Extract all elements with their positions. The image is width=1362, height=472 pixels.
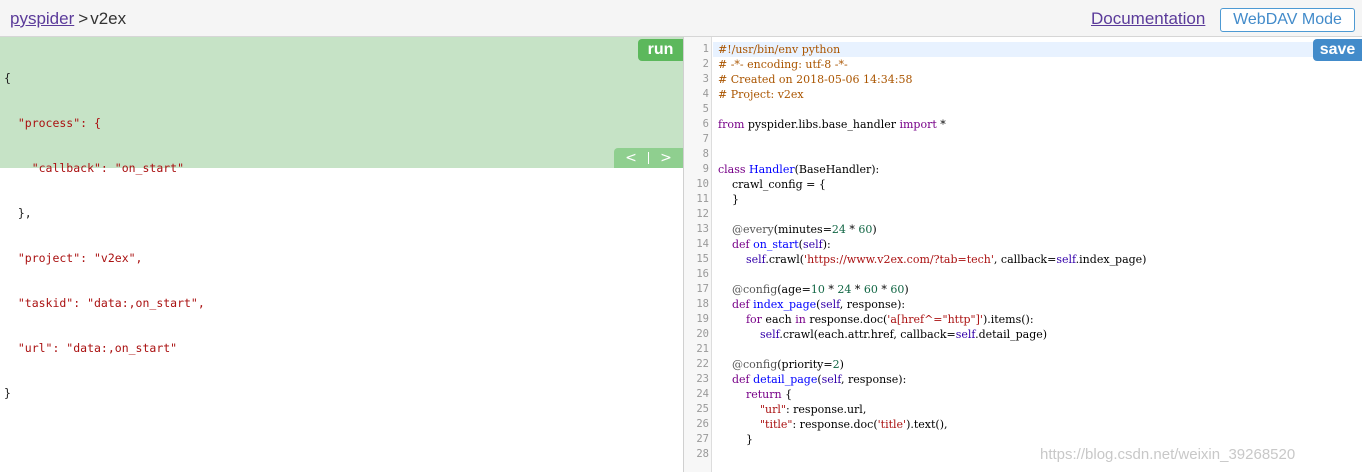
code-line: "title": response.doc('title').text(),: [759, 418, 948, 431]
previous-task-button[interactable]: <: [614, 148, 648, 168]
line-number: 10: [696, 178, 709, 190]
line-number: 8: [702, 148, 709, 160]
code-line: @config(priority=2): [732, 358, 844, 371]
breadcrumb: pyspider > v2ex: [10, 9, 126, 29]
code-line: class Handler(BaseHandler):: [718, 163, 880, 176]
code-line: @every(minutes=24 * 60): [732, 223, 877, 236]
task-json-line: }: [4, 386, 11, 400]
code-line: # -*- encoding: utf-8 -*-: [718, 58, 848, 71]
code-line: #!/usr/bin/env python: [718, 43, 841, 56]
code-line: for each in response.doc('a[href^="http"…: [745, 313, 1034, 326]
task-json-line: "url": "data:,on_start": [4, 341, 178, 355]
line-number: 11: [696, 193, 709, 205]
line-number: 5: [702, 103, 709, 115]
line-number-gutter: 1 2 3 4 5 6 7 8 9 10 11 12 13 14 15 16 17 18 19 20 21 22 23 24 2…: [684, 37, 712, 472]
breadcrumb-separator: >: [78, 9, 89, 28]
line-number: 25: [696, 403, 709, 415]
line-number: 17: [696, 283, 709, 295]
task-json[interactable]: { "process": { "callback": "on_start" },…: [4, 41, 205, 431]
task-json-line: "process": {: [4, 116, 101, 130]
next-task-button[interactable]: >: [649, 148, 683, 168]
line-number: 1: [702, 43, 709, 55]
code-line: "url": response.url,: [759, 403, 867, 416]
documentation-link[interactable]: Documentation: [1091, 9, 1205, 29]
line-number: 4: [702, 88, 709, 100]
webdav-mode-button[interactable]: WebDAV Mode: [1220, 8, 1355, 32]
code-line: }: [718, 433, 753, 446]
line-number: 19: [696, 313, 709, 325]
breadcrumb-root-link[interactable]: pyspider: [10, 9, 74, 28]
task-json-line: "project": "v2ex",: [4, 251, 143, 265]
code-line: self.crawl('https://www.v2ex.com/?tab=te…: [745, 253, 1147, 266]
code-line: @config(age=10 * 24 * 60 * 60): [732, 283, 909, 296]
save-button[interactable]: save: [1313, 39, 1362, 61]
code-line: return {: [745, 388, 793, 401]
line-number: 24: [696, 388, 709, 400]
watermark: https://blog.csdn.net/weixin_39268520: [1040, 446, 1296, 463]
task-json-line: "callback": "on_start": [4, 161, 185, 175]
line-number: 7: [702, 133, 709, 145]
line-number: 6: [702, 118, 709, 130]
line-number: 18: [696, 298, 709, 310]
code-line: }: [718, 193, 739, 206]
line-number: 12: [696, 208, 709, 220]
task-json-line: {: [4, 71, 11, 85]
code-line: def detail_page(self, response):: [732, 373, 907, 386]
line-number: 22: [696, 358, 709, 370]
run-button[interactable]: run: [638, 39, 683, 61]
code-line: # Created on 2018-05-06 14:34:58: [718, 73, 913, 86]
code-line: def on_start(self):: [732, 238, 831, 251]
code-line: self.crawl(each.attr.href, callback=self…: [759, 328, 1048, 341]
task-history-nav: < >: [614, 148, 683, 168]
debug-pane: { "process": { "callback": "on_start" },…: [0, 37, 683, 472]
line-number: 14: [696, 238, 709, 250]
task-json-line: "taskid": "data:,on_start",: [4, 296, 205, 310]
line-number: 9: [702, 163, 709, 175]
line-number: 28: [696, 448, 709, 460]
code-line: def index_page(self, response):: [732, 298, 906, 311]
code-editor[interactable]: 1 2 3 4 5 6 7 8 9 10 11 12 13 14 15 16 17 18 19 20 21 22 23 24 2…: [684, 37, 1362, 472]
line-number: 27: [696, 433, 709, 445]
line-number: 2: [702, 58, 709, 70]
line-number: 16: [696, 268, 709, 280]
line-number: 20: [696, 328, 709, 340]
task-panel: { "process": { "callback": "on_start" },…: [0, 37, 683, 400]
line-number: 13: [696, 223, 709, 235]
line-number: 26: [696, 418, 709, 430]
line-number: 3: [702, 73, 709, 85]
line-number: 23: [696, 373, 709, 385]
task-json-line: },: [4, 206, 32, 220]
code-line: from pyspider.libs.base_handler import *: [718, 118, 946, 131]
line-number: 15: [696, 253, 709, 265]
line-number: 21: [696, 343, 709, 355]
top-bar: pyspider > v2ex Documentation WebDAV Mode: [0, 0, 1362, 37]
breadcrumb-current-project: v2ex: [90, 9, 127, 28]
code-line: # Project: v2ex: [718, 88, 804, 101]
code-line: crawl_config = {: [718, 178, 826, 191]
